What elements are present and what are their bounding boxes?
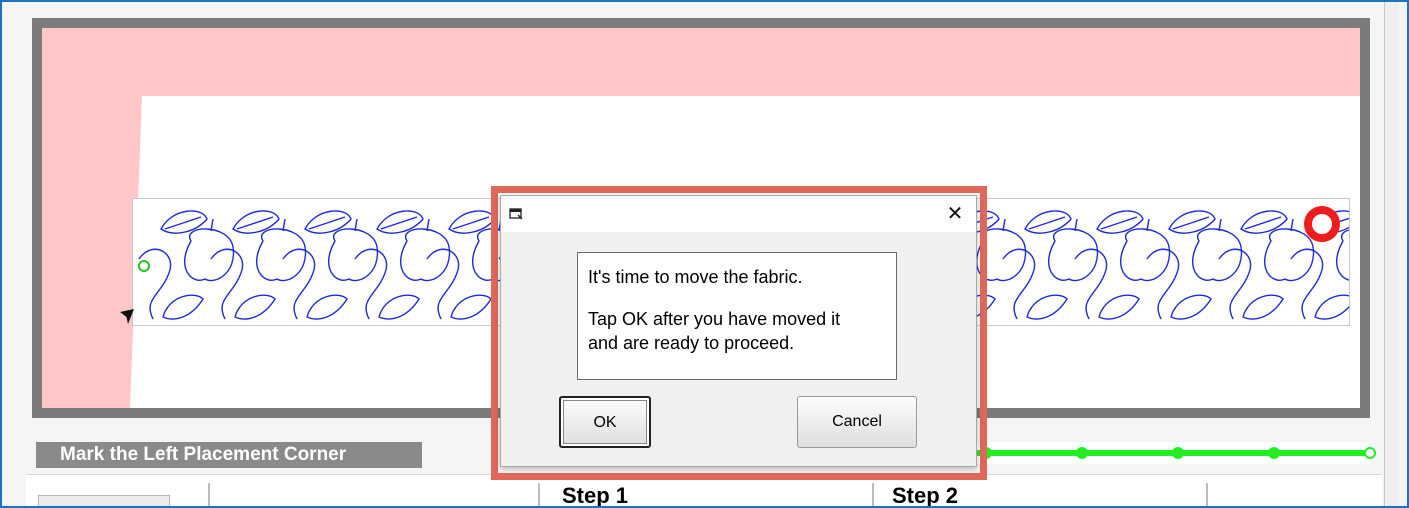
divider: [1206, 483, 1208, 506]
window-icon: [509, 208, 523, 220]
arrow-pointer-icon: [120, 309, 134, 324]
progress-node: [1076, 447, 1088, 459]
divider: [538, 483, 540, 506]
message-line: Tap OK after you have moved it: [588, 309, 841, 329]
end-point-marker: [1304, 206, 1340, 242]
start-point-marker: [138, 260, 150, 272]
divider: [208, 483, 210, 506]
side-button[interactable]: [38, 495, 170, 506]
step-1-label: Step 1: [562, 483, 629, 508]
cancel-button[interactable]: Cancel: [797, 396, 917, 448]
step-2-label: Step 2: [892, 483, 959, 508]
vertical-scrollbar[interactable]: [1384, 2, 1399, 506]
ok-button[interactable]: OK: [559, 396, 651, 448]
dialog-message: It's time to move the fabric. Tap OK aft…: [577, 252, 897, 380]
move-fabric-dialog: ✕ It's time to move the fabric. Tap OK a…: [500, 195, 977, 467]
close-button[interactable]: ✕: [940, 200, 970, 228]
progress-node: [1364, 447, 1376, 459]
pink-margin-top: [42, 28, 1360, 96]
pink-margin-left: [42, 28, 142, 408]
progress-node: [1172, 447, 1184, 459]
message-line: It's time to move the fabric.: [588, 267, 803, 287]
message-line: and are ready to proceed.: [588, 333, 795, 353]
divider: [872, 483, 874, 506]
status-label: Mark the Left Placement Corner: [36, 442, 422, 468]
dialog-titlebar[interactable]: ✕: [501, 196, 976, 232]
progress-node: [1268, 447, 1280, 459]
